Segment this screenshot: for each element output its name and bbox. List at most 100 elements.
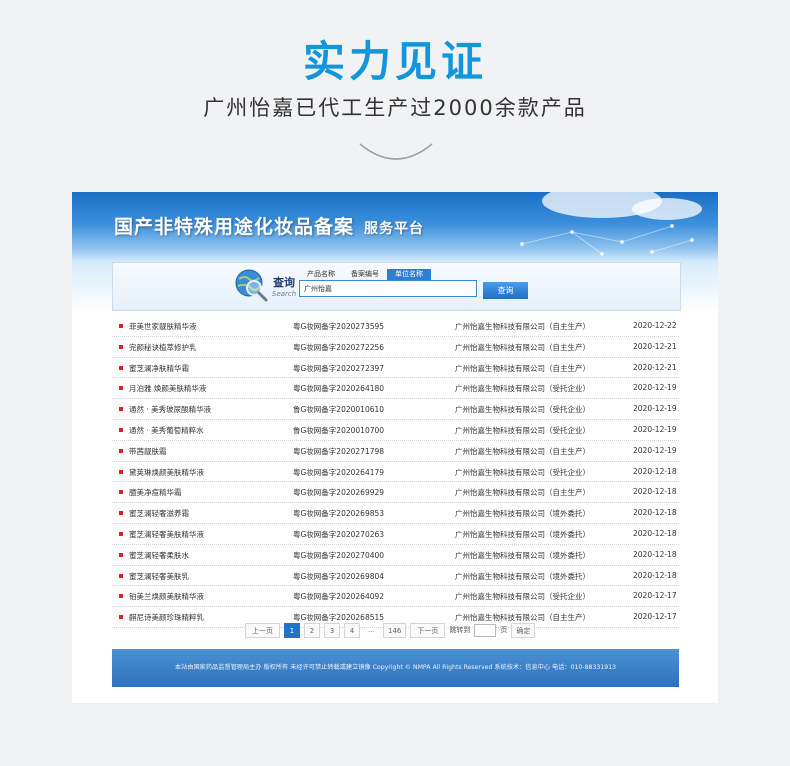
record-company: 广州怡嘉生物科技有限公司（自主生产）	[455, 342, 590, 352]
jump-prefix: 跳转到	[449, 626, 471, 634]
record-row[interactable]: 通然 · 美秀玻尿酸精华液 鲁G妆网备字2020010610 广州怡嘉生物科技有限公…	[112, 399, 679, 420]
record-reg-number: 粤G妆网备字2020273595	[293, 322, 385, 331]
banner-title: 国产非特殊用途化妆品备案 服务平台	[114, 212, 424, 239]
record-reg-number: 粤G妆网备字2020271798	[293, 446, 385, 456]
record-reg-number: 粤G妆网备字2020264179	[293, 467, 385, 477]
record-row[interactable]: 蜜芝澜净肤精华霜 粤G妆网备字2020272397 广州怡嘉生物科技有限公司（自主生…	[112, 358, 679, 379]
bullet-icon	[119, 511, 123, 516]
record-date: 2020-12-19	[633, 445, 677, 455]
record-name[interactable]: 完颜秘诀植萃修护乳	[129, 342, 197, 353]
record-company: 广州怡嘉生物科技有限公司（境外委托）	[455, 571, 590, 581]
record-row[interactable]: 蜜芝澜轻奢美肤乳 粤G妆网备字2020269804 广州怡嘉生物科技有限公司（境外委…	[112, 566, 679, 587]
record-name[interactable]: 通然 · 美秀玻尿酸精华液	[129, 404, 211, 415]
record-company: 广州怡嘉生物科技有限公司（境外委托）	[455, 509, 590, 519]
record-company: 广州怡嘉生物科技有限公司（受托企业）	[455, 405, 590, 415]
record-row[interactable]: 月泊雅 焕颜美肤精华液 粤G妆网备字2020264180 广州怡嘉生物科技有限公司（…	[112, 378, 679, 400]
record-name[interactable]: 蜜芝澜轻奢柔肤水	[129, 550, 189, 561]
site-footer: 本站由国家药品监督管理局主办 版权所有 未经许可禁止转载或建立镜像 Copyri…	[112, 649, 679, 687]
record-name[interactable]: 蜜芝澜轻奢滋养霜	[129, 508, 189, 519]
record-name[interactable]: 蜜芝澜轻奢美肤精华液	[129, 529, 204, 540]
search-panel: 查询 Search 产品名称 备案编号 单位名称 广州怡嘉 查询	[112, 262, 681, 311]
bullet-icon	[119, 365, 123, 370]
record-reg-number: 粤G妆网备字2020269853	[293, 509, 385, 519]
record-reg-number: 鲁G妆网备字2020010610	[293, 405, 385, 415]
bullet-icon	[119, 469, 123, 474]
record-row[interactable]: 蜜芝澜轻奢美肤精华液 粤G妆网备字2020270263 广州怡嘉生物科技有限公司（境…	[112, 524, 679, 545]
record-date: 2020-12-18	[633, 549, 677, 559]
page-ellipsis: …	[368, 625, 375, 634]
record-reg-number: 粤G妆网备字2020269929	[293, 488, 385, 498]
tab-company-name[interactable]: 单位名称	[387, 269, 431, 280]
record-row[interactable]: 菲美世家靓肤精华液 粤G妆网备字2020273595 广州怡嘉生物科技有限公司（自主…	[112, 316, 679, 337]
record-reg-number: 鲁G妆网备字2020010700	[293, 425, 385, 435]
record-name[interactable]: 臆美净痘精华霜	[129, 487, 182, 498]
screenshot-frame: 国产非特殊用途化妆品备案 服务平台 查询 Search 产品名称 备案编号 单位名…	[72, 192, 718, 703]
tab-product-name[interactable]: 产品名称	[299, 269, 343, 280]
page-button-last[interactable]: 146	[383, 622, 407, 638]
record-date: 2020-12-21	[633, 341, 677, 351]
record-row[interactable]: 铂美兰焕颜美肤精华液 粤G妆网备字2020264092 广州怡嘉生物科技有限公司（受…	[112, 586, 679, 608]
record-reg-number: 粤G妆网备字2020270263	[293, 529, 385, 539]
site-banner: 国产非特殊用途化妆品备案 服务平台	[72, 192, 718, 262]
record-date: 2020-12-18	[633, 528, 677, 538]
record-company: 广州怡嘉生物科技有限公司（受托企业）	[455, 425, 590, 435]
page-button-3[interactable]: 3	[324, 622, 340, 638]
record-row[interactable]: 完颜秘诀植萃修护乳 粤G妆网备字2020272256 广州怡嘉生物科技有限公司（自主…	[112, 337, 679, 358]
record-name[interactable]: 菲美世家靓肤精华液	[129, 321, 197, 332]
record-row[interactable]: 黛荚琳焕颜美肤精华液 粤G妆网备字2020264179 广州怡嘉生物科技有限公司（受…	[112, 462, 679, 483]
pagination: 上一页 1 2 3 4 … 146 下一页 跳转到 页 确定	[245, 622, 536, 638]
record-reg-number: 粤G妆网备字2020264180	[293, 384, 385, 394]
record-row[interactable]: 臆美净痘精华霜 粤G妆网备字2020269929 广州怡嘉生物科技有限公司（自主生产…	[112, 482, 679, 504]
jump-page-input[interactable]	[474, 623, 497, 637]
record-reg-number: 粤G妆网备字2020270400	[293, 550, 385, 560]
bullet-icon	[119, 324, 123, 328]
bullet-icon	[119, 615, 123, 620]
tab-registration-number[interactable]: 备案编号	[343, 269, 387, 280]
record-reg-number: 粤G妆网备字2020272256	[293, 342, 385, 352]
record-company: 广州怡嘉生物科技有限公司（境外委托）	[455, 529, 590, 539]
bullet-icon	[119, 427, 123, 432]
prev-page-button[interactable]: 上一页	[245, 622, 280, 638]
search-button[interactable]: 查询	[483, 282, 528, 299]
record-company: 广州怡嘉生物科技有限公司（自主生产）	[455, 446, 590, 456]
record-row[interactable]: 通然 · 美秀葡萄精粹水 鲁G妆网备字2020010700 广州怡嘉生物科技有限公司…	[112, 420, 679, 441]
banner-title-suffix: 服务平台	[364, 221, 425, 237]
search-label-sub: Search	[272, 290, 297, 298]
record-name[interactable]: 蜜芝澜轻奢美肤乳	[129, 571, 189, 582]
record-name[interactable]: 带茜靓肤霜	[129, 446, 167, 457]
record-company: 广州怡嘉生物科技有限公司（自主生产）	[455, 488, 590, 498]
record-date: 2020-12-18	[633, 487, 677, 497]
record-name[interactable]: 麒尼诗美颜珍珠精粹乳	[129, 612, 204, 623]
search-input[interactable]: 广州怡嘉	[299, 280, 477, 297]
next-page-button[interactable]: 下一页	[410, 622, 446, 638]
hero-subtitle: 广州怡嘉已代工生产过2000余款产品	[203, 96, 587, 120]
record-reg-number: 粤G妆网备字2020264092	[293, 592, 385, 602]
banner-title-main: 国产非特殊用途化妆品备案	[114, 216, 355, 238]
record-date: 2020-12-19	[633, 383, 677, 393]
bullet-icon	[119, 344, 123, 349]
record-name[interactable]: 黛荚琳焕颜美肤精华液	[129, 467, 204, 478]
record-row[interactable]: 蜜芝澜轻奢柔肤水 粤G妆网备字2020270400 广州怡嘉生物科技有限公司（境外委…	[112, 545, 679, 566]
record-name[interactable]: 通然 · 美秀葡萄精粹水	[129, 425, 204, 436]
bullet-icon	[119, 531, 123, 536]
record-row[interactable]: 带茜靓肤霜 粤G妆网备字2020271798 广州怡嘉生物科技有限公司（自主生产） 2…	[112, 441, 679, 462]
record-date: 2020-12-18	[633, 466, 677, 476]
bullet-icon	[119, 448, 123, 453]
record-date: 2020-12-19	[633, 404, 677, 414]
record-date: 2020-12-18	[633, 508, 677, 518]
page-button-2[interactable]: 2	[304, 622, 320, 638]
bullet-icon	[119, 573, 123, 578]
search-label: 查询	[273, 276, 295, 289]
confirm-jump-button[interactable]: 确定	[511, 622, 536, 638]
page-button-1[interactable]: 1	[284, 622, 300, 638]
bullet-icon	[119, 386, 123, 391]
page-button-4[interactable]: 4	[344, 622, 360, 638]
record-date: 2020-12-18	[633, 570, 677, 580]
globe-magnifier-icon	[235, 269, 268, 302]
record-name[interactable]: 月泊雅 焕颜美肤精华液	[129, 383, 206, 394]
record-row[interactable]: 蜜芝澜轻奢滋养霜 粤G妆网备字2020269853 广州怡嘉生物科技有限公司（境外委…	[112, 503, 679, 524]
record-name[interactable]: 蜜芝澜净肤精华霜	[129, 363, 189, 374]
record-company: 广州怡嘉生物科技有限公司（受托企业）	[455, 384, 590, 394]
record-company: 广州怡嘉生物科技有限公司（自主生产）	[455, 363, 590, 373]
record-name[interactable]: 铂美兰焕颜美肤精华液	[129, 591, 204, 602]
